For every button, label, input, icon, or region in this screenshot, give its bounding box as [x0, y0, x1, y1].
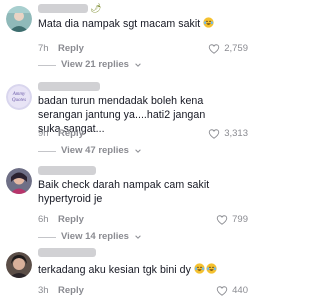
comment-item: Ammy Quotes badan turun mendadak boleh k…: [0, 76, 256, 158]
username-suffix: 🌶: [90, 3, 102, 13]
like-button[interactable]: 3,313: [208, 128, 248, 140]
divider-line: [38, 236, 56, 238]
view-replies-button[interactable]: View 47 replies: [38, 145, 142, 157]
comment-text: terkadang aku kesian tgk bini dy: [38, 263, 224, 277]
chevron-down-icon: [135, 235, 141, 239]
view-replies-label: View 47 replies: [61, 145, 129, 156]
reply-button[interactable]: Reply: [58, 285, 84, 297]
divider-line: [38, 150, 56, 152]
comment-text: Baik check darah nampak cam sakit hypert…: [38, 179, 210, 205]
heart-outline-icon: [216, 286, 228, 296]
like-count: 440: [232, 285, 248, 296]
comment-meta: 6h Reply: [38, 214, 158, 226]
comment-item: 🌶 Mata dia nampak sgt macam sakit 7h Rep…: [0, 0, 256, 76]
username-redacted[interactable]: [38, 248, 96, 257]
avatar[interactable]: [6, 252, 32, 278]
avatar[interactable]: [6, 6, 32, 32]
svg-text:Quotes: Quotes: [12, 98, 26, 103]
crying-laughing-emoji: [194, 263, 205, 274]
view-replies-label: View 21 replies: [61, 59, 129, 70]
comment-text-body: terkadang aku kesian tgk bini dy: [38, 264, 191, 276]
username-redacted[interactable]: [38, 82, 100, 91]
svg-text:Ammy: Ammy: [12, 92, 26, 97]
crying-laughing-emoji: [203, 17, 214, 28]
heart-outline-icon: [209, 129, 220, 139]
comment-time: 6h: [38, 214, 49, 225]
crying-laughing-emoji: [206, 263, 217, 274]
reply-button[interactable]: Reply: [58, 214, 84, 226]
comment-time: 7h: [38, 43, 49, 54]
chevron-down-icon: [135, 149, 141, 153]
view-replies-button[interactable]: View 21 replies: [38, 59, 142, 71]
comment-time: 9h: [38, 128, 49, 139]
divider-line: [38, 64, 56, 66]
view-replies-label: View 14 replies: [61, 231, 129, 242]
comment-item: terkadang aku kesian tgk bini dy 3h Repl…: [0, 244, 256, 300]
comment-item: Baik check darah nampak cam sakit hypert…: [0, 160, 256, 244]
comment-text: Mata dia nampak sgt macam sakit: [38, 17, 224, 31]
like-button[interactable]: 2,759: [208, 43, 248, 55]
like-count: 3,313: [224, 128, 248, 139]
like-count: 2,759: [224, 43, 248, 54]
like-button[interactable]: 440: [216, 285, 248, 297]
heart-outline-icon: [216, 215, 228, 225]
comment-text-body: Mata dia nampak sgt macam sakit: [38, 18, 201, 30]
username-redacted[interactable]: [38, 4, 88, 13]
heart-outline-icon: [209, 44, 220, 54]
comment-meta: 3h Reply: [38, 285, 158, 297]
reply-button[interactable]: Reply: [58, 43, 84, 55]
like-count: 799: [232, 214, 248, 225]
reply-button[interactable]: Reply: [58, 128, 84, 140]
username-redacted[interactable]: [38, 166, 96, 175]
chevron-down-icon: [135, 63, 141, 67]
avatar[interactable]: Ammy Quotes: [6, 84, 32, 110]
view-replies-button[interactable]: View 14 replies: [38, 231, 142, 243]
like-button[interactable]: 799: [216, 214, 248, 226]
comment-meta: 9h Reply: [38, 128, 158, 140]
comment-meta: 7h Reply: [38, 43, 158, 55]
comment-time: 3h: [38, 285, 49, 296]
avatar[interactable]: [6, 168, 32, 194]
